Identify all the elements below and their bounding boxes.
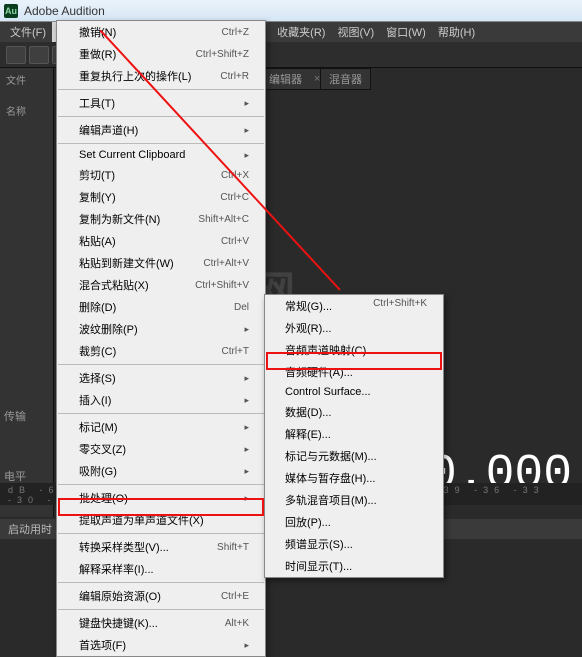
toolbar-waveform-button[interactable] — [6, 46, 26, 64]
menu-item[interactable]: 标记(M) — [57, 416, 265, 438]
app-icon: Au — [4, 4, 18, 18]
menu-item[interactable]: 提取声道为单声道文件(X) — [57, 509, 265, 531]
menu-help[interactable]: 帮助(H) — [432, 22, 481, 42]
submenu-item[interactable]: 时间显示(T)... — [265, 555, 443, 577]
menu-item[interactable]: 删除(D)Del — [57, 296, 265, 318]
menu-item[interactable]: 粘贴(A)Ctrl+V — [57, 230, 265, 252]
menu-item[interactable]: 粘贴到新建文件(W)Ctrl+Alt+V — [57, 252, 265, 274]
menu-item[interactable]: 零交叉(Z) — [57, 438, 265, 460]
app-title: Adobe Audition — [24, 4, 105, 18]
menu-item[interactable]: 混合式粘贴(X)Ctrl+Shift+V — [57, 274, 265, 296]
menu-window[interactable]: 窗口(W) — [380, 22, 432, 42]
menu-item[interactable]: 裁剪(C)Ctrl+T — [57, 340, 265, 362]
menu-item[interactable]: 插入(I) — [57, 389, 265, 411]
menu-favorites[interactable]: 收藏夹(R) — [271, 22, 331, 42]
menu-item[interactable]: 选择(S) — [57, 367, 265, 389]
menu-item[interactable]: 编辑声道(H) — [57, 119, 265, 141]
preferences-submenu: 常规(G)...Ctrl+Shift+K外观(R)...音频声道映射(C)...… — [264, 294, 444, 578]
submenu-item[interactable]: 常规(G)...Ctrl+Shift+K — [265, 295, 443, 317]
menu-item[interactable]: 转换采样类型(V)...Shift+T — [57, 536, 265, 558]
menu-item[interactable]: 剪切(T)Ctrl+X — [57, 164, 265, 186]
menu-item[interactable]: 撤销(N)Ctrl+Z — [57, 21, 265, 43]
menu-item[interactable]: 解释采样率(I)... — [57, 558, 265, 580]
submenu-item[interactable]: Control Surface... — [265, 383, 443, 401]
titlebar: Au Adobe Audition — [0, 0, 582, 22]
menu-item[interactable]: 复制(Y)Ctrl+C — [57, 186, 265, 208]
submenu-item[interactable]: 数据(D)... — [265, 401, 443, 423]
submenu-item[interactable]: 回放(P)... — [265, 511, 443, 533]
menu-item[interactable]: Set Current Clipboard — [57, 146, 265, 164]
submenu-item[interactable]: 解释(E)... — [265, 423, 443, 445]
edit-menu-dropdown: 撤销(N)Ctrl+Z重做(R)Ctrl+Shift+Z重复执行上次的操作(L)… — [56, 20, 266, 657]
menu-file[interactable]: 文件(F) — [4, 22, 52, 42]
menu-item[interactable]: 复制为新文件(N)Shift+Alt+C — [57, 208, 265, 230]
name-column-header: 名称 — [0, 99, 53, 122]
menu-item[interactable]: 编辑原始资源(O)Ctrl+E — [57, 585, 265, 607]
transport-label: 传输 — [4, 408, 26, 424]
menu-item[interactable]: 键盘快捷键(K)...Alt+K — [57, 612, 265, 634]
menu-item[interactable]: 重做(R)Ctrl+Shift+Z — [57, 43, 265, 65]
menu-item[interactable]: 波纹删除(P) — [57, 318, 265, 340]
files-panel-label: 文件 — [0, 68, 53, 91]
files-panel: 文件 名称 — [0, 68, 54, 517]
levels-label: 电平 — [4, 468, 26, 484]
menu-item[interactable]: 重复执行上次的操作(L)Ctrl+R — [57, 65, 265, 87]
toolbar-multitrack-button[interactable] — [29, 46, 49, 64]
mixer-panel-tab[interactable]: 混音器 — [320, 68, 371, 90]
submenu-item[interactable]: 频谱显示(S)... — [265, 533, 443, 555]
menu-view[interactable]: 视图(V) — [331, 22, 380, 42]
menu-item[interactable]: 吸附(G) — [57, 460, 265, 482]
submenu-item[interactable]: 外观(R)... — [265, 317, 443, 339]
menu-item[interactable]: 首选项(F) — [57, 634, 265, 656]
menu-item[interactable]: 工具(T) — [57, 92, 265, 114]
submenu-item[interactable]: 多轨混音项目(M)... — [265, 489, 443, 511]
submenu-item[interactable]: 音频声道映射(C)... — [265, 339, 443, 361]
submenu-item[interactable]: 标记与元数据(M)... — [265, 445, 443, 467]
submenu-item[interactable]: 媒体与暂存盘(H)... — [265, 467, 443, 489]
submenu-item[interactable]: 音频硬件(A)... — [265, 361, 443, 383]
menu-item[interactable]: 批处理(O) — [57, 487, 265, 509]
